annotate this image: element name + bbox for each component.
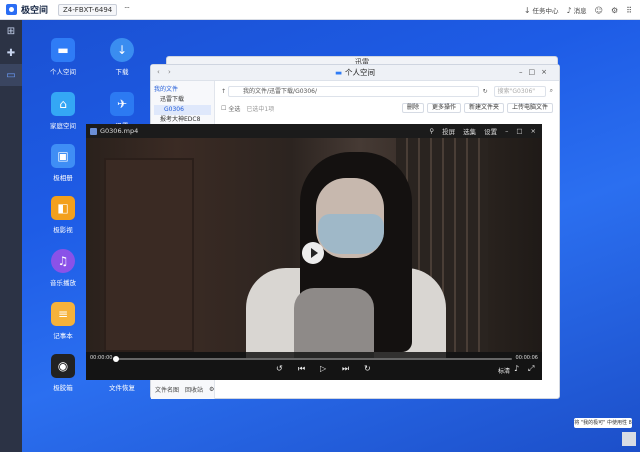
desktop-icon-download[interactable]: ↓ 下载 — [97, 38, 147, 76]
desktop-icon-personal-space[interactable]: ▬ 个人空间 — [38, 38, 88, 76]
folder-icon: ▬ — [334, 68, 343, 77]
up-arrow-icon[interactable]: ↑ — [221, 88, 226, 95]
play-icon[interactable]: ▷ — [320, 364, 326, 373]
task-center-button[interactable]: ↓ 任务中心 — [523, 5, 559, 16]
desktop-icon-label: 极相册 — [53, 174, 73, 182]
player-controls: 00:00:00 00:00:06 ↺ ⏮ ▷ ⏭ ↻ 标清 ♪ ⤢ — [86, 352, 542, 380]
desktop-icon-label: 下载 — [115, 68, 129, 76]
folder-icon[interactable]: ▭ — [0, 64, 22, 86]
episodes-button[interactable]: 选集 — [463, 126, 476, 136]
play-overlay-button[interactable] — [302, 242, 324, 264]
player-titlebar[interactable]: G0306.mp4 ⚲ 投屏 选集 设置 – □ × — [86, 124, 542, 138]
app-name: 极空间 — [21, 6, 49, 16]
footer-item-filename[interactable]: 文件名图 — [155, 385, 179, 394]
new-folder-button[interactable]: 新建文件夹 — [463, 103, 504, 113]
desktop-icon-label: 极影视 — [53, 226, 73, 234]
download-icon: ↓ — [523, 5, 531, 15]
xunlei-icon[interactable]: ✚ — [0, 42, 22, 64]
desktop-icon-label: 记事本 — [53, 332, 73, 340]
refresh-icon[interactable]: ↻ — [483, 88, 488, 95]
notepad-icon: ≡ — [51, 302, 75, 326]
file-manager-titlebar[interactable]: ‹ › ▬ 个人空间 –□× — [151, 65, 559, 81]
path-field[interactable]: 我的文件/迅雷下载/G0306/ — [228, 85, 479, 97]
desktop-icon-music[interactable]: ♫ 音乐播放 — [38, 249, 88, 287]
settings-button[interactable]: 设置 — [484, 126, 497, 136]
more-actions-button[interactable]: 更多操作 — [426, 103, 461, 113]
photo-icon: ▣ — [51, 144, 75, 168]
current-time: 00:00:00 — [90, 355, 113, 361]
volume-icon[interactable]: ♪ — [514, 364, 519, 373]
video-player: G0306.mp4 ⚲ 投屏 选集 设置 – □ × 00:00:00 00:0… — [86, 124, 542, 380]
sidebar-item-xunlei-download[interactable]: 迅雷下载 — [154, 95, 211, 105]
footer-item-recycle-bin[interactable]: 回收站 — [185, 385, 203, 394]
window-controls[interactable]: –□× — [519, 68, 553, 76]
sidebar-header[interactable]: 我的文件 — [154, 85, 211, 95]
desktop-icon-label: 音乐播放 — [50, 279, 76, 287]
desktop-icon-label: 文件恢复 — [109, 384, 135, 392]
next-icon[interactable]: ⏭ — [342, 364, 349, 374]
select-all-checkbox[interactable]: ☐ — [221, 105, 226, 112]
grid-icon[interactable]: ⠿ — [626, 6, 632, 15]
desktop-icon-label: 极胶箱 — [53, 384, 73, 392]
desktop-icon-notepad[interactable]: ≡ 记事本 — [38, 302, 88, 340]
top-bar: 极空间 Z4-FBXT-6494 ⌔ ↓ 任务中心 ♪ 消息 ☺ ⚙ ⠿ — [0, 0, 640, 20]
upload-button[interactable]: 上传电脑文件 — [506, 103, 553, 113]
folder-icon: ▬ — [51, 38, 75, 62]
message-label: 消息 — [573, 7, 587, 15]
play-icon — [310, 248, 318, 258]
search-icon[interactable]: ⌕ — [550, 87, 553, 95]
apps-icon[interactable]: ⊞ — [0, 20, 22, 42]
search-input[interactable]: 搜索"G0306" — [493, 85, 546, 97]
desktop-icon-label: 家庭空间 — [50, 122, 76, 130]
gear-icon[interactable]: ⚙ — [611, 6, 618, 15]
family-folder-icon: ⌂ — [51, 92, 75, 116]
xunlei-bird-icon: ✈ — [110, 92, 134, 116]
app-logo: 极空间 — [6, 3, 48, 16]
forward-icon[interactable]: ↻ — [364, 364, 371, 373]
message-button[interactable]: ♪ 消息 — [566, 5, 587, 16]
file-toolbar: ☐ 全选 已选中1项 删除 更多操作 新建文件夹 上传电脑文件 — [221, 102, 553, 114]
desktop-icon-box[interactable]: ◉ 极胶箱 — [38, 354, 88, 392]
desktop-icon-photos[interactable]: ▣ 极相册 — [38, 144, 88, 182]
nav-arrows-icon[interactable]: ‹ › — [157, 68, 174, 76]
sidebar-item-g0306[interactable]: G0306 — [154, 105, 211, 115]
film-icon: ◧ — [51, 196, 75, 220]
left-rail: ⊞ ✚ ▭ — [0, 20, 22, 452]
fullscreen-icon[interactable]: ⤢ — [528, 364, 534, 374]
pin-icon[interactable]: ⚲ — [429, 127, 434, 135]
progress-knob[interactable] — [113, 356, 119, 362]
path-bar: ↑ 我的文件/迅雷下载/G0306/ ↻ 搜索"G0306" ⌕ — [221, 85, 553, 97]
user-icon[interactable]: ☺ — [595, 6, 603, 15]
download-icon: ↓ — [110, 38, 134, 62]
maximize-icon[interactable]: □ — [516, 127, 522, 135]
select-all-label: 全选 — [228, 105, 241, 113]
file-manager-title: 个人空间 — [345, 68, 376, 77]
video-file-icon — [90, 127, 97, 135]
duration: 00:00:06 — [515, 355, 538, 361]
wifi-icon: ⌔ — [123, 4, 131, 14]
progress-bar[interactable] — [116, 358, 512, 360]
desktop-icon-label: 个人空间 — [50, 68, 76, 76]
notification-toast[interactable]: 将 "我的极可" 中使用性 8 — [574, 418, 632, 428]
file-manager-footer: 文件名图 回收站 ⚙ — [155, 385, 214, 394]
quality-button[interactable]: 标清 — [498, 366, 510, 375]
device-selector[interactable]: Z4-FBXT-6494 — [58, 3, 118, 16]
desktop-icon-family-space[interactable]: ⌂ 家庭空间 — [38, 92, 88, 130]
corner-widget[interactable] — [622, 432, 636, 446]
video-title: G0306.mp4 — [100, 127, 139, 135]
bell-icon: ♪ — [566, 5, 572, 15]
selected-count: 已选中1项 — [246, 105, 275, 113]
minimize-icon[interactable]: – — [505, 127, 508, 135]
rewind-icon[interactable]: ↺ — [276, 364, 283, 373]
gear-icon[interactable]: ⚙ — [209, 386, 214, 393]
logo-icon — [6, 4, 17, 15]
cast-button[interactable]: 投屏 — [442, 126, 455, 136]
desktop-icon-video[interactable]: ◧ 极影视 — [38, 196, 88, 234]
delete-button[interactable]: 删除 — [401, 103, 424, 113]
close-icon[interactable]: × — [531, 127, 536, 135]
task-center-label: 任务中心 — [532, 7, 559, 15]
music-note-icon: ♫ — [51, 249, 75, 273]
disk-icon: ◉ — [51, 354, 75, 378]
previous-icon[interactable]: ⏮ — [298, 364, 305, 374]
